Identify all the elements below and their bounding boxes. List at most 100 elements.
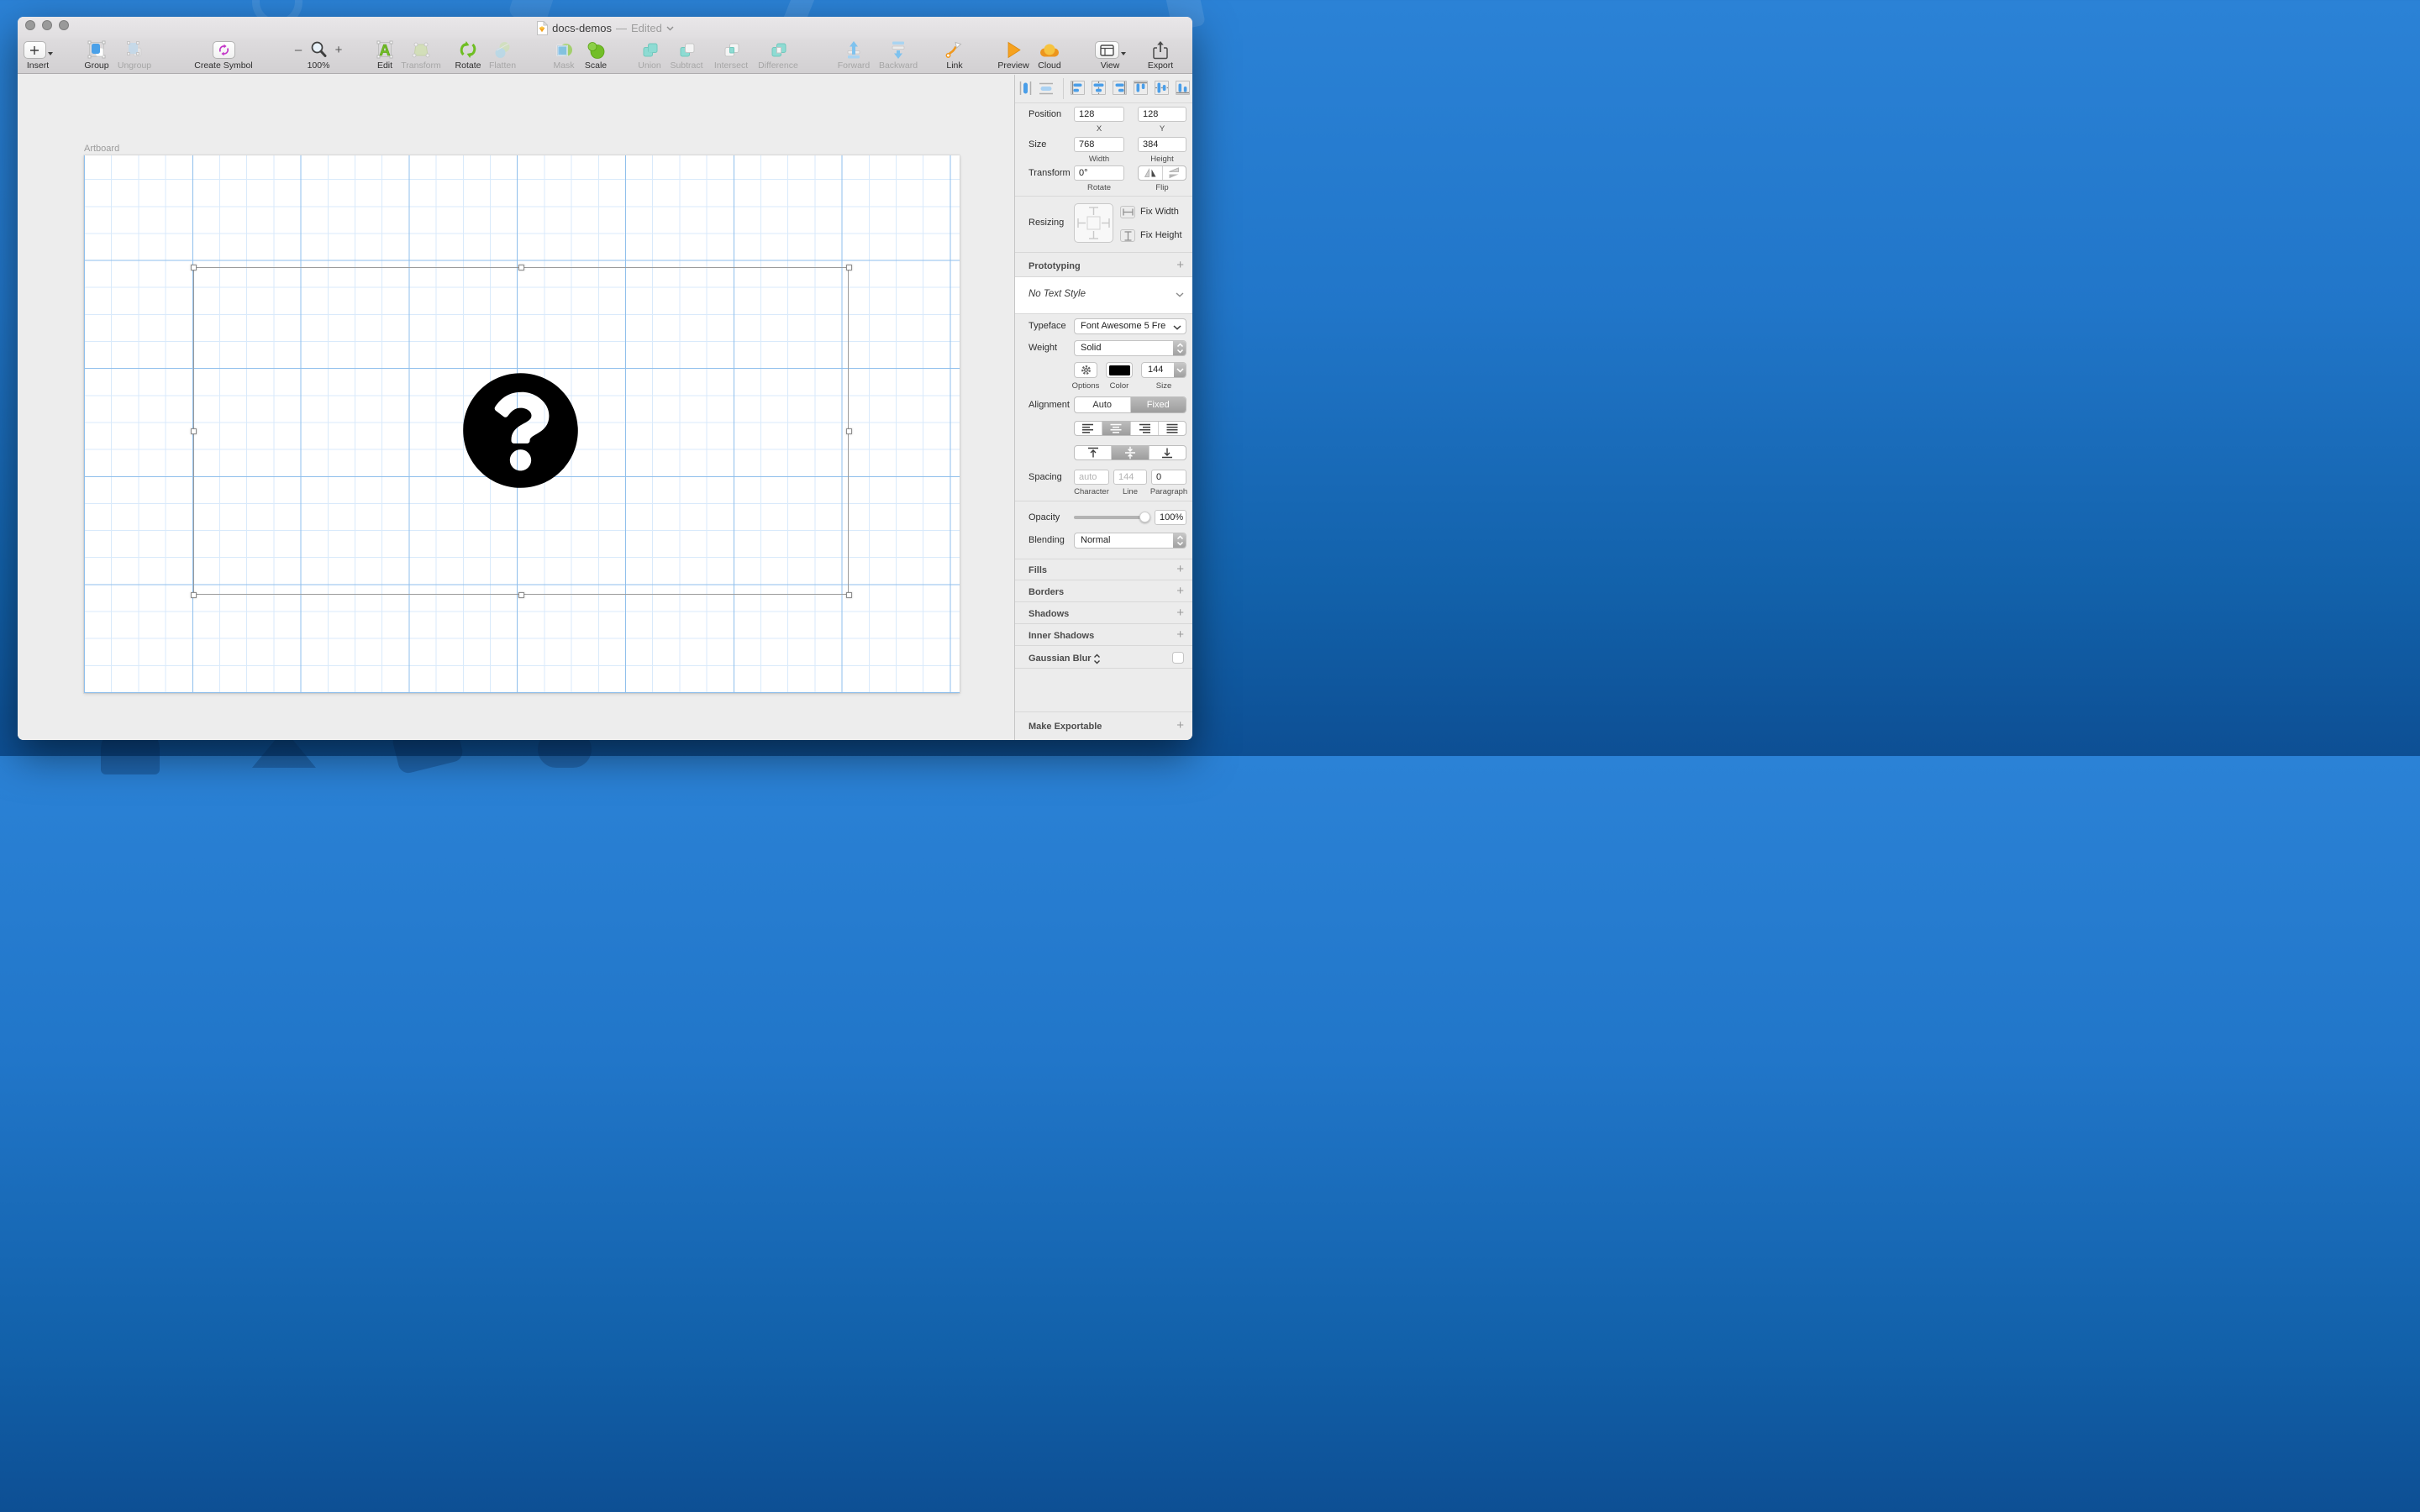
typeface-dropdown[interactable]: Font Awesome 5 Fre xyxy=(1074,318,1186,334)
chevron-down-icon xyxy=(1173,325,1181,330)
edited-status[interactable]: Edited xyxy=(631,22,662,34)
text-align-left-button[interactable] xyxy=(1075,422,1102,435)
rotate-sublabel: Rotate xyxy=(1087,183,1111,192)
selection-handle[interactable] xyxy=(846,428,852,434)
chevron-down-icon xyxy=(47,51,53,55)
title-chevron-down-icon[interactable] xyxy=(666,26,674,31)
transform-label: Transform xyxy=(1028,168,1071,178)
valign-middle-button[interactable] xyxy=(1111,446,1149,459)
intersect-icon xyxy=(724,43,739,57)
x-sublabel: X xyxy=(1096,124,1102,134)
add-border-button[interactable]: + xyxy=(1176,584,1184,598)
fix-height-toggle[interactable] xyxy=(1120,229,1135,242)
align-right-icon xyxy=(1139,423,1150,433)
character-sublabel: Character xyxy=(1074,487,1109,496)
question-circle-icon[interactable] xyxy=(461,371,580,490)
paragraph-spacing-field[interactable]: 0 xyxy=(1151,470,1186,485)
align-right-icon[interactable] xyxy=(1113,81,1127,95)
link-icon xyxy=(945,41,962,58)
difference-button[interactable]: Difference xyxy=(746,40,810,71)
selection-handle[interactable] xyxy=(191,265,197,270)
character-spacing-field[interactable]: auto xyxy=(1074,470,1109,485)
width-field[interactable]: 768 xyxy=(1074,137,1124,152)
align-middle-vertical-icon[interactable] xyxy=(1155,81,1169,95)
difference-icon xyxy=(771,43,786,57)
alignment-auto-button[interactable]: Auto xyxy=(1075,397,1130,412)
valign-middle-icon xyxy=(1124,446,1135,459)
font-size-combo[interactable]: 144 xyxy=(1141,362,1186,378)
blending-value: Normal xyxy=(1081,535,1111,545)
opacity-field[interactable]: 100% xyxy=(1155,510,1186,525)
blending-label: Blending xyxy=(1028,535,1065,545)
alignment-fixed-button[interactable]: Fixed xyxy=(1129,397,1186,412)
strip-divider xyxy=(1063,78,1064,99)
cloud-button[interactable]: Cloud xyxy=(1018,40,1081,71)
align-left-icon[interactable] xyxy=(1071,81,1085,95)
create-symbol-button[interactable]: Create Symbol xyxy=(192,40,255,71)
flip-horizontal-button[interactable] xyxy=(1139,166,1162,180)
add-shadow-button[interactable]: + xyxy=(1176,606,1184,620)
position-x-field[interactable]: 128 xyxy=(1074,107,1124,122)
add-inner-shadow-button[interactable]: + xyxy=(1176,627,1184,642)
color-swatch xyxy=(1108,365,1130,375)
zoom-level: 100% xyxy=(307,60,330,71)
backward-button[interactable]: Backward xyxy=(866,40,930,71)
transform-icon xyxy=(412,42,430,58)
line-spacing-field[interactable]: 144 xyxy=(1113,470,1147,485)
insert-button[interactable]: Insert xyxy=(18,40,70,71)
width-sublabel: Width xyxy=(1088,155,1110,164)
color-well[interactable] xyxy=(1106,362,1133,378)
gaussian-blur-checkbox[interactable] xyxy=(1172,652,1184,664)
weight-dropdown[interactable]: Solid xyxy=(1074,340,1186,356)
opacity-slider-track[interactable] xyxy=(1074,516,1148,519)
text-align-center-button[interactable] xyxy=(1102,422,1130,435)
text-style-row[interactable]: No Text Style xyxy=(1015,277,1192,313)
selection-handle[interactable] xyxy=(191,428,197,434)
height-field[interactable]: 384 xyxy=(1138,137,1186,152)
selection-handle[interactable] xyxy=(846,265,852,270)
valign-top-button[interactable] xyxy=(1075,446,1111,459)
add-fill-button[interactable]: + xyxy=(1176,562,1184,576)
position-y-field[interactable]: 128 xyxy=(1138,107,1186,122)
canvas[interactable]: Artboard xyxy=(18,75,1014,740)
distribute-horizontally-icon[interactable] xyxy=(1018,80,1033,97)
text-align-justify-button[interactable] xyxy=(1157,422,1186,435)
blending-dropdown[interactable]: Normal xyxy=(1074,533,1186,549)
fix-width-toggle[interactable] xyxy=(1120,206,1135,218)
valign-bottom-button[interactable] xyxy=(1148,446,1186,459)
selection-handle[interactable] xyxy=(518,592,524,598)
add-prototyping-button[interactable]: + xyxy=(1176,258,1184,272)
move-forward-icon xyxy=(847,41,860,59)
weight-label: Weight xyxy=(1028,343,1058,353)
align-top-icon[interactable] xyxy=(1134,81,1148,95)
artboard-title[interactable]: Artboard xyxy=(84,144,119,154)
selection-handle[interactable] xyxy=(191,592,197,598)
valign-top-icon xyxy=(1087,447,1098,458)
artboard[interactable] xyxy=(84,155,960,693)
typeface-value: Font Awesome 5 Fre xyxy=(1081,321,1166,331)
selection-handle[interactable] xyxy=(846,592,852,598)
line-sublabel: Line xyxy=(1123,487,1138,496)
make-exportable-add-button[interactable]: + xyxy=(1176,718,1184,732)
glyph-options-button[interactable] xyxy=(1074,362,1097,378)
text-align-right-button[interactable] xyxy=(1129,422,1158,435)
prototyping-header: Prototyping xyxy=(1028,261,1081,271)
make-exportable-header: Make Exportable xyxy=(1028,722,1102,732)
flip-vertical-button[interactable] xyxy=(1161,166,1186,180)
align-justify-icon xyxy=(1166,423,1178,433)
blur-type-stepper-icon[interactable] xyxy=(1093,654,1101,664)
align-center-horizontal-icon[interactable] xyxy=(1092,81,1106,95)
rotate-field[interactable]: 0° xyxy=(1074,165,1124,181)
position-label: Position xyxy=(1028,109,1062,119)
flatten-button[interactable]: Flatten xyxy=(471,40,534,71)
export-button[interactable]: Export xyxy=(1128,40,1192,71)
ungroup-button[interactable]: Ungroup xyxy=(103,40,166,71)
link-button[interactable]: Link xyxy=(923,40,986,71)
opacity-slider-knob[interactable] xyxy=(1139,512,1150,522)
plus-icon: + xyxy=(334,43,343,57)
zoom-in-button[interactable]: + xyxy=(326,40,351,60)
align-bottom-icon[interactable] xyxy=(1176,81,1190,95)
selection-handle[interactable] xyxy=(518,265,524,270)
resizing-pin-widget[interactable] xyxy=(1074,203,1113,243)
distribute-vertically-icon[interactable] xyxy=(1038,81,1055,96)
